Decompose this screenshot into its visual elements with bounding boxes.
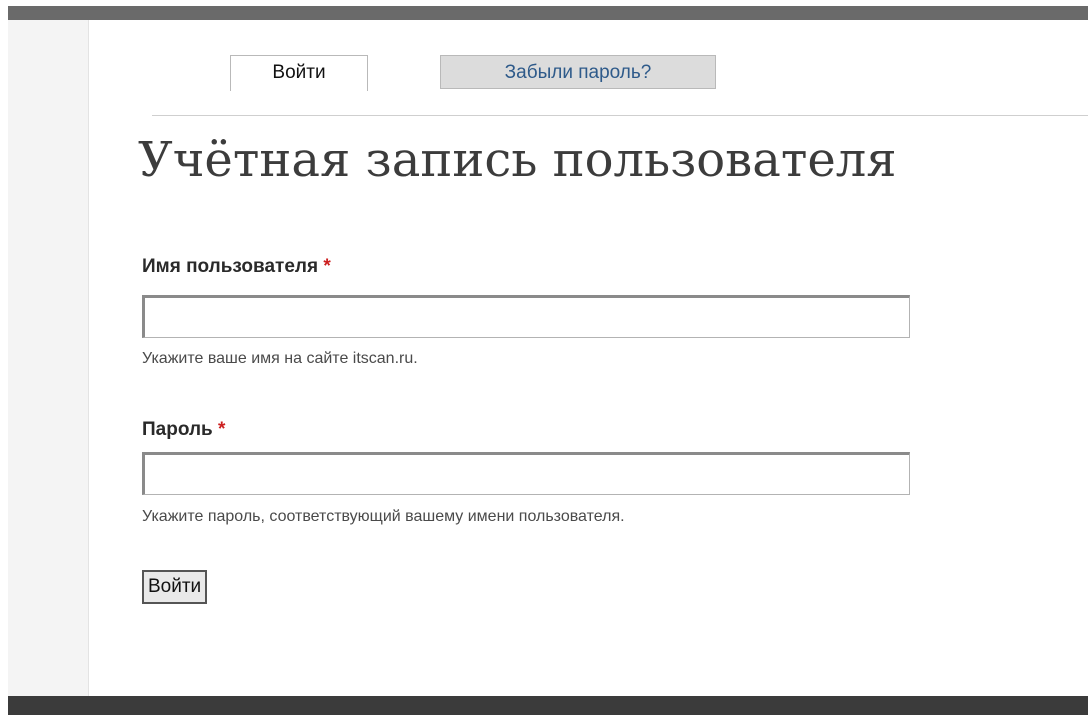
tab-forgot-password[interactable]: Забыли пароль? — [440, 55, 716, 89]
username-input[interactable] — [142, 295, 910, 338]
password-input[interactable] — [142, 452, 910, 495]
username-required-mark: * — [323, 256, 331, 277]
username-description: Укажите ваше имя на сайте itscan.ru. — [142, 350, 418, 367]
left-gutter — [8, 20, 89, 696]
password-label-text: Пароль — [142, 419, 213, 440]
username-label-text: Имя пользователя — [142, 256, 319, 277]
username-label: Имя пользователя * — [142, 256, 331, 278]
tabs: Войти Забыли пароль? — [152, 55, 1088, 115]
password-label: Пароль * — [142, 419, 225, 441]
tabs-divider — [152, 115, 1088, 116]
password-required-mark: * — [218, 419, 226, 440]
login-submit-button[interactable]: Войти — [142, 570, 208, 604]
bottom-bar — [8, 696, 1088, 715]
tab-login[interactable]: Войти — [230, 55, 368, 91]
top-bar — [8, 6, 1088, 20]
password-description: Укажите пароль, соответствующий вашему и… — [142, 508, 625, 525]
page-title: Учётная запись пользователя — [138, 132, 897, 188]
